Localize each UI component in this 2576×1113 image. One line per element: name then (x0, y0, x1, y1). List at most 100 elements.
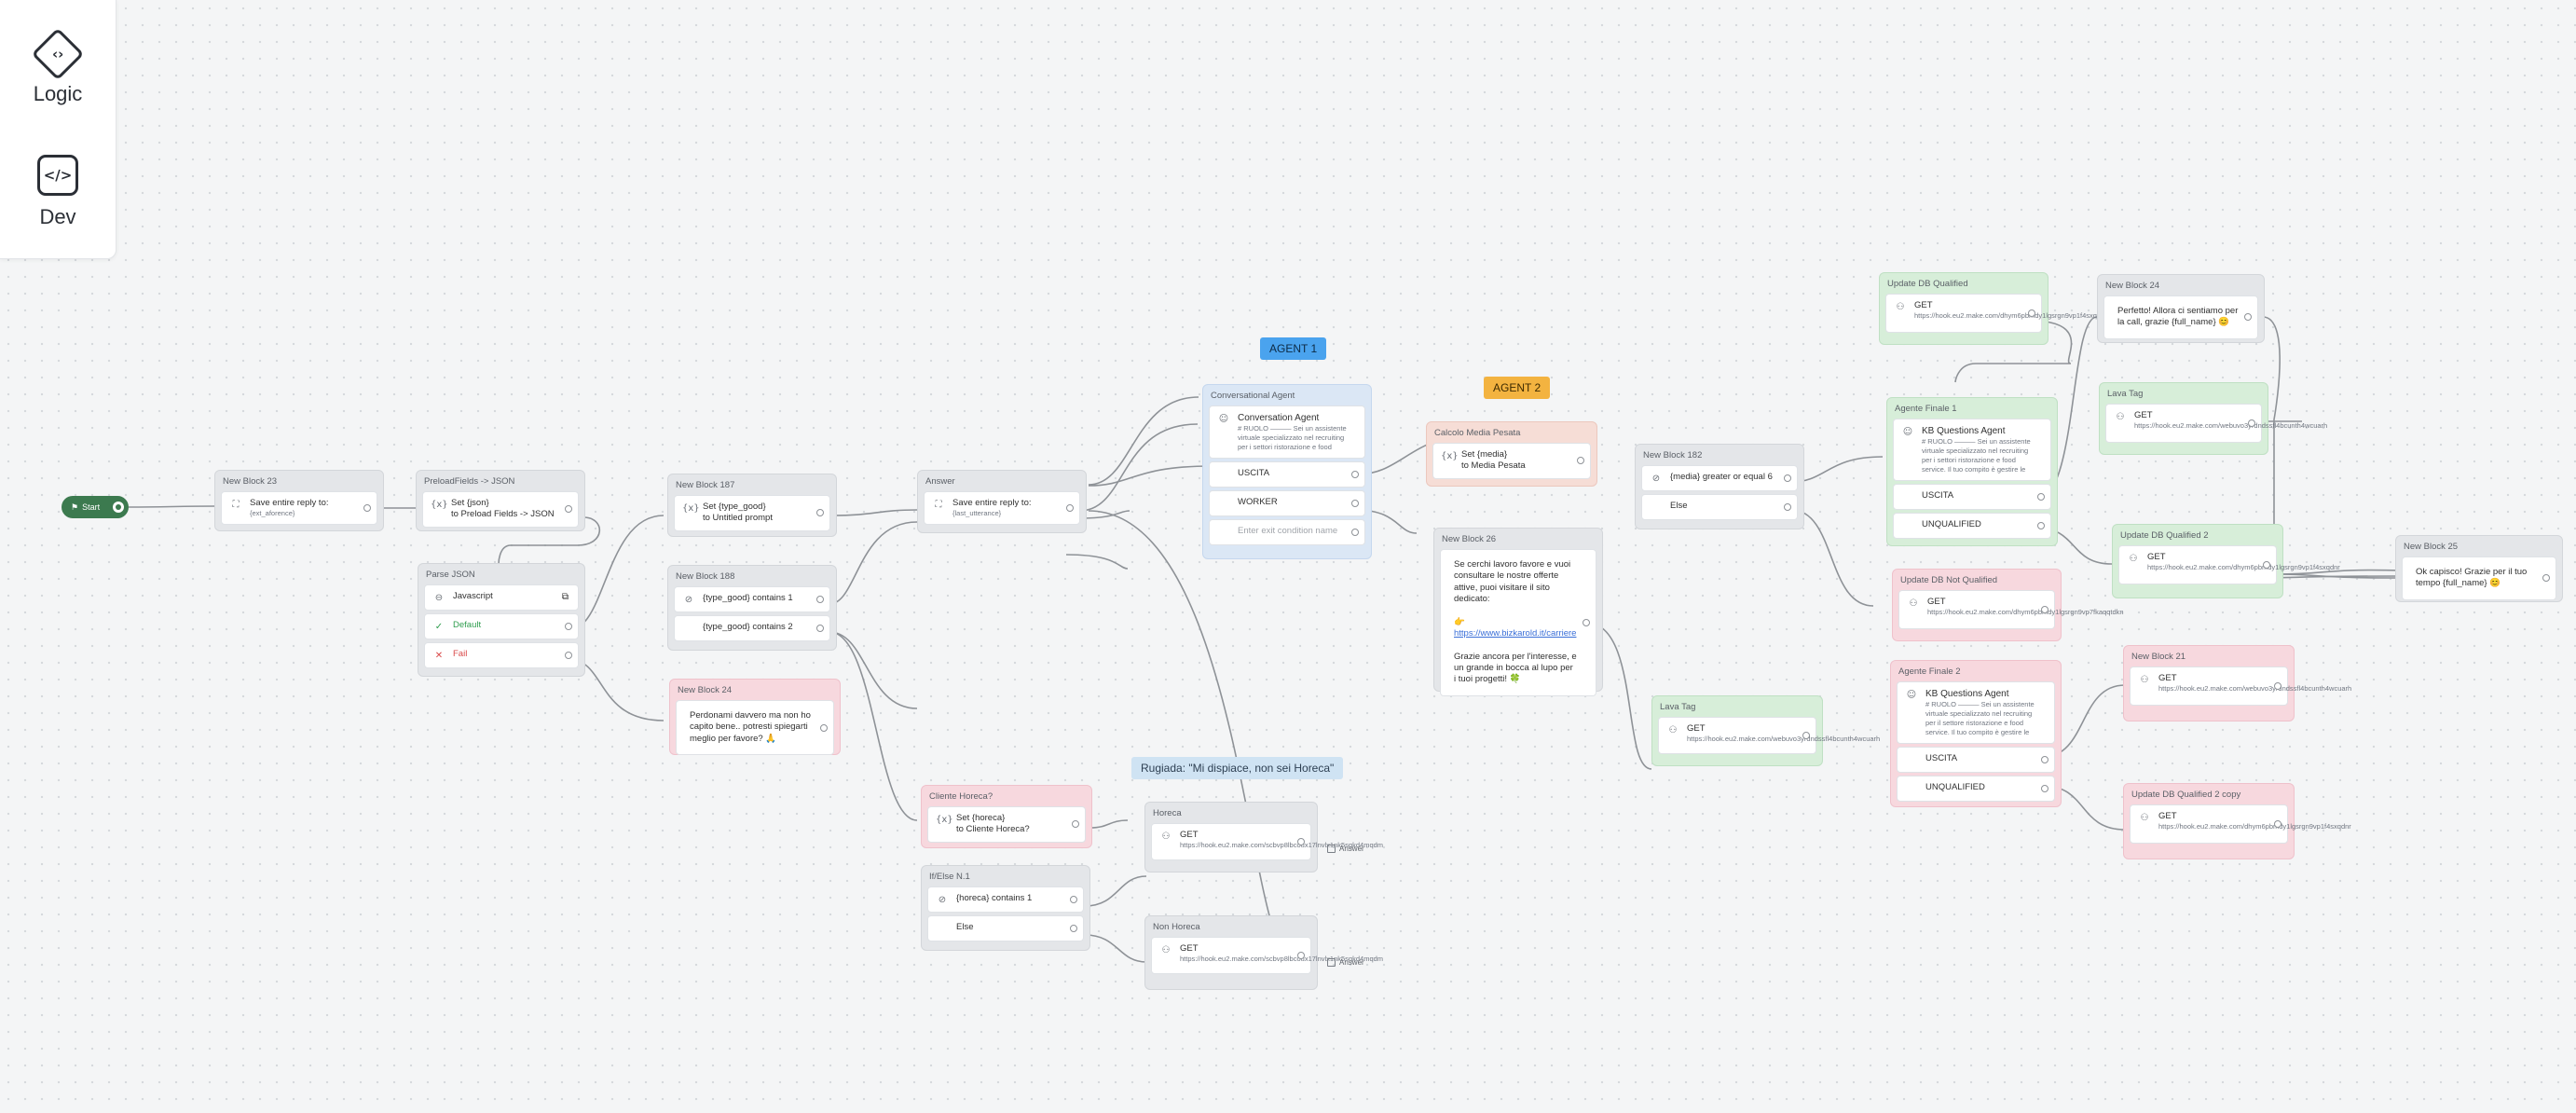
output-port[interactable] (2542, 574, 2550, 583)
agent1-label[interactable]: AGENT 1 (1260, 337, 1327, 360)
capture-step[interactable]: ⛶ Save entire reply to: {last_utterance} (924, 491, 1080, 526)
javascript-step[interactable]: ⊖ Javascript ⧉ (424, 584, 579, 611)
group-answer[interactable]: Answer ⛶ Save entire reply to: {last_utt… (917, 470, 1087, 533)
api-step[interactable]: ⚇ GET https://hook.eu2.make.com/scbvp8lb… (1151, 823, 1383, 860)
api-step[interactable]: ⚇ GET https://hook.eu2.make.com/scbvp8lb… (1151, 937, 1383, 974)
default-path[interactable]: ✓ Default (424, 613, 579, 639)
condition-path[interactable]: {type_good} contains 2 (674, 615, 830, 641)
group-preload-json[interactable]: PreloadFields -> JSON {x} Set {json} to … (416, 470, 585, 531)
output-port[interactable] (1351, 500, 1359, 508)
output-port[interactable] (565, 652, 572, 659)
group-lava-tag[interactable]: Lava Tag ⚇ GET https://hook.eu2.make.com… (1651, 695, 1880, 766)
api-step[interactable]: ⚇ GET https://hook.eu2.make.com/dhym6pbm… (2118, 545, 2340, 584)
set-step[interactable]: {x} Set {json} to Preload Fields -> JSON (422, 491, 579, 528)
output-port[interactable] (1583, 618, 1590, 626)
output-port[interactable] (1297, 838, 1305, 845)
group-new-block-25[interactable]: New Block 25 Ok capisco! Grazie per il t… (2395, 535, 2563, 602)
output-port[interactable] (1351, 529, 1359, 537)
group-cliente-horeca[interactable]: Cliente Horeca? {x} Set {horeca} to Clie… (921, 785, 1092, 848)
output-port[interactable] (1070, 925, 1077, 932)
output-port[interactable] (1802, 732, 1810, 739)
output-port[interactable] (1070, 896, 1077, 903)
exit-path[interactable]: USCITA (1897, 747, 2055, 774)
set-step[interactable]: {x} Set {horeca} to Cliente Horeca? (927, 806, 1086, 843)
agent2-label[interactable]: AGENT 2 (1484, 377, 1551, 399)
api-step[interactable]: ⚇ GET https://hook.eu2.make.com/webuvo3y… (1658, 717, 1880, 754)
output-port[interactable] (2248, 419, 2255, 427)
output-port[interactable] (2041, 606, 2048, 613)
group-lava-tag-2[interactable]: Lava Tag ⚇ GET https://hook.eu2.make.com… (2099, 382, 2327, 455)
else-path[interactable]: Else (1641, 494, 1798, 520)
output-port[interactable] (2041, 785, 2048, 793)
career-link[interactable]: https://www.bizkarold.it/carriere (1454, 628, 1576, 639)
output-port[interactable] (2274, 682, 2281, 690)
group-new-block-188[interactable]: New Block 188 ⊘ {type_good} contains 1 {… (667, 565, 837, 651)
answer-link[interactable]: Answer (1327, 845, 1364, 853)
output-port[interactable] (1066, 504, 1074, 513)
output-port[interactable] (2037, 522, 2045, 530)
output-port[interactable] (363, 504, 371, 513)
start-port[interactable] (113, 502, 124, 513)
exit-path[interactable]: UNQUALIFIED (1897, 776, 2055, 803)
else-path[interactable]: Else (927, 915, 1084, 941)
group-agente-finale-2[interactable]: Agente Finale 2 ☺ KB Questions Agent # R… (1890, 660, 2062, 807)
group-update-db-qualified-2[interactable]: Update DB Qualified 2 ⚇ GET https://hook… (2112, 524, 2340, 598)
output-port[interactable] (2041, 756, 2048, 764)
message-step[interactable]: Se cerchi lavoro favore e vuoi consultar… (1440, 549, 1596, 696)
group-new-block-21[interactable]: New Block 21 ⚇ GET https://hook.eu2.make… (2123, 645, 2351, 721)
agent-step[interactable]: ☺ Conversation Agent # RUOLO ——— Sei un … (1209, 405, 1365, 460)
output-port[interactable] (1351, 471, 1359, 479)
group-conversational-agent[interactable]: Conversational Agent ☺ Conversation Agen… (1202, 384, 1372, 559)
condition-path[interactable]: ⊘ {type_good} contains 1 (674, 586, 830, 612)
exit-path[interactable]: UNQUALIFIED (1893, 513, 2051, 540)
api-step[interactable]: ⚇ GET https://hook.eu2.make.com/dhym6pbm… (2130, 804, 2351, 844)
output-port[interactable] (2037, 493, 2045, 502)
answer-link[interactable]: Answer (1327, 958, 1364, 967)
group-calcolo-media-pesata[interactable]: Calcolo Media Pesata {x} Set {media} to … (1426, 421, 1597, 487)
group-update-db-qualified-2-copy[interactable]: Update DB Qualified 2 copy ⚇ GET https:/… (2123, 783, 2351, 859)
set-step[interactable]: {x} Set {media} to Media Pesata (1432, 443, 1591, 479)
tool-logic[interactable]: ‹› Logic (0, 27, 116, 106)
output-port[interactable] (816, 596, 824, 603)
output-port[interactable] (1784, 503, 1791, 511)
start-node[interactable]: ⚑ Start (62, 496, 129, 518)
api-step[interactable]: ⚇ GET https://hook.eu2.make.com/webuvo3y… (2130, 666, 2351, 706)
output-port[interactable] (565, 505, 572, 514)
fail-path[interactable]: ✕ Fail (424, 642, 579, 668)
group-new-block-182[interactable]: New Block 182 ⊘ {media} greater or equal… (1635, 444, 1804, 529)
output-port[interactable] (2244, 313, 2252, 322)
group-new-block-26[interactable]: New Block 26 Se cerchi lavoro favore e v… (1433, 528, 1603, 696)
exit-path[interactable]: USCITA (1893, 484, 2051, 511)
group-new-block-187[interactable]: New Block 187 {x} Set {type_good} to Unt… (667, 474, 837, 537)
condition-path[interactable]: ⊘ {media} greater or equal 6 (1641, 465, 1798, 491)
group-new-block-24-b[interactable]: New Block 24 Perfetto! Allora ci sentiam… (2097, 274, 2265, 343)
tool-dev[interactable]: </> Dev (0, 155, 116, 229)
note-label[interactable]: Rugiada: "Mi dispiace, non sei Horeca" (1131, 757, 1344, 779)
group-horeca[interactable]: Horeca ⚇ GET https://hook.eu2.make.com/s… (1144, 802, 1383, 873)
copy-icon[interactable]: ⧉ (562, 591, 569, 603)
condition-path[interactable]: ⊘ {horeca} contains 1 (927, 886, 1084, 913)
output-port[interactable] (1072, 820, 1079, 829)
exit-path[interactable]: WORKER (1209, 490, 1365, 517)
api-step[interactable]: ⚇ GET https://hook.eu2.make.com/dhym6pbm… (1898, 590, 2124, 629)
group-update-db-qualified[interactable]: Update DB Qualified ⚇ GET https://hook.e… (1879, 272, 2107, 345)
exit-condition-input[interactable]: Enter exit condition name (1209, 519, 1365, 546)
group-if-else[interactable]: If/Else N.1 ⊘ {horeca} contains 1 Else (921, 865, 1090, 951)
group-agente-finale-1[interactable]: Agente Finale 1 ☺ KB Questions Agent # R… (1886, 397, 2058, 546)
output-port[interactable] (565, 623, 572, 630)
output-port[interactable] (816, 509, 824, 517)
output-port[interactable] (816, 625, 824, 632)
output-port[interactable] (2274, 820, 2281, 828)
group-non-horeca[interactable]: Non Horeca ⚇ GET https://hook.eu2.make.c… (1144, 915, 1383, 990)
capture-step[interactable]: ⛶ Save entire reply to: {ext_aforence} (221, 491, 377, 526)
group-new-block-24[interactable]: New Block 24 Perdonami davvero ma non ho… (669, 679, 841, 756)
agent-step[interactable]: ☺ KB Questions Agent # RUOLO ——— Sei un … (1897, 681, 2055, 745)
agent-step[interactable]: ☺ KB Questions Agent # RUOLO ——— Sei un … (1893, 419, 2051, 482)
output-port[interactable] (1784, 474, 1791, 482)
group-parse-json[interactable]: Parse JSON ⊖ Javascript ⧉ ✓ Default ✕ Fa… (418, 563, 585, 677)
set-step[interactable]: {x} Set {type_good} to Untitled prompt (674, 495, 830, 531)
output-port[interactable] (820, 723, 828, 732)
message-step[interactable]: Perdonami davvero ma non ho capito bene.… (676, 700, 834, 756)
api-step[interactable]: ⚇ GET https://hook.eu2.make.com/dhym6pbm… (1885, 294, 2107, 333)
output-port[interactable] (1577, 457, 1584, 465)
